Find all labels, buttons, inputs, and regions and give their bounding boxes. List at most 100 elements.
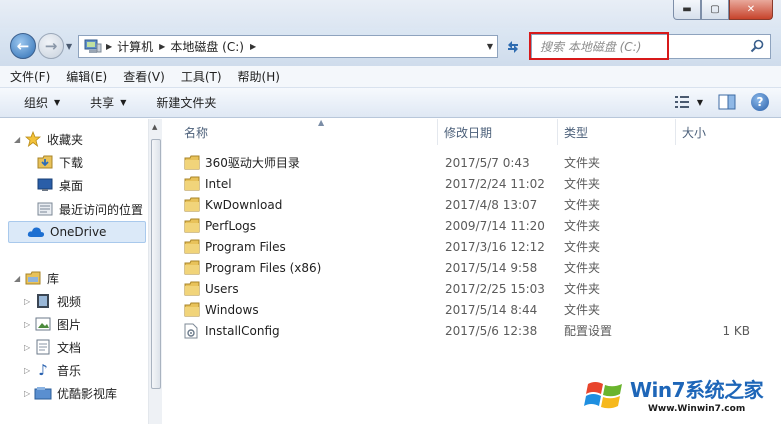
nav-libraries[interactable]: ◢ 库: [14, 268, 59, 288]
menu-tools[interactable]: 工具(T): [181, 68, 222, 85]
file-name: Windows: [205, 302, 259, 317]
table-row[interactable]: Windows 2017/5/14 8:44 文件夹: [162, 299, 781, 320]
file-date: 2017/5/7 0:43: [445, 155, 530, 170]
nav-item-recent-places[interactable]: 最近访问的位置: [36, 199, 143, 219]
table-row[interactable]: Intel 2017/2/24 11:02 文件夹: [162, 173, 781, 194]
table-row[interactable]: PerfLogs 2009/7/14 11:20 文件夹: [162, 215, 781, 236]
folder-icon: [184, 176, 200, 191]
preview-pane-button[interactable]: [717, 93, 737, 111]
forward-button[interactable]: →: [38, 33, 64, 59]
file-date: 2017/2/24 11:02: [445, 176, 545, 191]
folder-icon: [184, 302, 200, 317]
new-folder-button[interactable]: 新建文件夹: [156, 94, 216, 111]
expand-triangle-icon[interactable]: ▷: [24, 320, 34, 329]
file-name: InstallConfig: [205, 323, 280, 338]
menu-help[interactable]: 帮助(H): [238, 68, 280, 85]
folder-icon: [184, 155, 200, 170]
file-size: [662, 215, 750, 236]
minimize-button[interactable]: ▬: [673, 0, 701, 20]
breadcrumb-end[interactable]: ▶: [247, 42, 264, 51]
column-header-name[interactable]: 名称 ▲: [178, 118, 438, 145]
nav-item-onedrive[interactable]: OneDrive: [8, 221, 146, 243]
share-button[interactable]: 共享 ▼: [90, 94, 126, 111]
file-size: [662, 194, 750, 215]
file-size: [662, 152, 750, 173]
table-row[interactable]: Program Files 2017/3/16 12:12 文件夹: [162, 236, 781, 257]
address-dropdown-icon[interactable]: ▼: [487, 42, 493, 51]
expand-triangle-icon[interactable]: ▷: [24, 343, 34, 352]
column-header-date[interactable]: 修改日期: [438, 119, 558, 145]
breadcrumb-separator-icon[interactable]: ▶: [106, 42, 112, 51]
table-row[interactable]: 360驱动大师目录 2017/5/7 0:43 文件夹: [162, 152, 781, 173]
breadcrumb-local-disk[interactable]: ▶ 本地磁盘 (C:): [156, 38, 247, 55]
view-dropdown-icon[interactable]: ▼: [697, 98, 703, 107]
nav-item-music[interactable]: ▷ ♪ 音乐: [24, 360, 81, 380]
back-button[interactable]: ←: [10, 33, 36, 59]
nav-item-documents[interactable]: ▷ 文档: [24, 337, 81, 357]
file-type: 文件夹: [564, 177, 601, 191]
star-icon: [24, 131, 42, 147]
nav-item-videos[interactable]: ▷ 视频: [24, 291, 81, 311]
navigation-scrollbar[interactable]: ▲: [148, 119, 162, 424]
expand-triangle-icon[interactable]: ▷: [24, 366, 34, 375]
file-size: [662, 236, 750, 257]
nav-item-downloads[interactable]: 下载: [36, 152, 83, 172]
expand-triangle-icon[interactable]: ▷: [24, 389, 34, 398]
collapse-triangle-icon[interactable]: ◢: [14, 135, 24, 144]
file-name: Users: [205, 281, 239, 296]
table-row[interactable]: InstallConfig 2017/5/6 12:38 配置设置 1 KB: [162, 320, 781, 341]
file-type: 文件夹: [564, 156, 601, 170]
history-dropdown-icon[interactable]: ▼: [66, 42, 72, 51]
nav-item-pictures[interactable]: ▷ 图片: [24, 314, 81, 334]
table-row[interactable]: Users 2017/2/25 15:03 文件夹: [162, 278, 781, 299]
nav-item-youku-library[interactable]: ▷ 优酷影视库: [24, 383, 117, 403]
downloads-folder-icon: [36, 154, 54, 170]
scroll-up-icon[interactable]: ▲: [152, 123, 157, 131]
column-header-size[interactable]: 大小: [676, 119, 776, 145]
menu-file[interactable]: 文件(F): [10, 68, 50, 85]
file-name: Intel: [205, 176, 232, 191]
column-header-type[interactable]: 类型: [558, 119, 676, 145]
search-icon[interactable]: [750, 39, 764, 53]
file-type: 文件夹: [564, 219, 601, 233]
desktop-icon: [36, 177, 54, 193]
table-row[interactable]: KwDownload 2017/4/8 13:07 文件夹: [162, 194, 781, 215]
watermark-url: Www.Winwin7.com: [648, 404, 746, 414]
file-name: Program Files: [205, 239, 286, 254]
file-type: 文件夹: [564, 198, 601, 212]
table-row[interactable]: Program Files (x86) 2017/5/14 9:58 文件夹: [162, 257, 781, 278]
scrollbar-thumb[interactable]: [151, 139, 161, 389]
expand-triangle-icon[interactable]: ▷: [24, 297, 34, 306]
view-list-icon: [674, 96, 689, 108]
refresh-button[interactable]: [502, 37, 524, 57]
cloud-icon: [27, 224, 45, 240]
organize-button[interactable]: 组织 ▼: [24, 94, 60, 111]
watermark: Win7系统之家 Www.Winwin7.com: [582, 372, 778, 422]
view-options-button[interactable]: [673, 93, 693, 111]
preview-pane-icon: [718, 94, 736, 110]
collapse-triangle-icon[interactable]: ◢: [14, 274, 24, 283]
close-button[interactable]: ✕: [729, 0, 773, 20]
menu-view[interactable]: 查看(V): [123, 68, 165, 85]
file-name: KwDownload: [205, 197, 283, 212]
breadcrumb-separator-icon[interactable]: ▶: [250, 42, 256, 51]
file-type: 文件夹: [564, 261, 601, 275]
nav-item-desktop[interactable]: 桌面: [36, 175, 83, 195]
help-icon[interactable]: ?: [751, 93, 769, 111]
breadcrumb-separator-icon[interactable]: ▶: [159, 42, 165, 51]
column-headers: 名称 ▲ 修改日期 类型 大小: [162, 118, 781, 145]
navigation-pane: ◢ 收藏夹 下载 桌面 最近访问的位置 OneDrive ◢ 库 ▷ 视频 ▷ …: [0, 119, 148, 424]
config-file-icon: [184, 323, 200, 339]
search-box[interactable]: [531, 34, 771, 59]
search-input[interactable]: [540, 38, 740, 55]
menu-edit[interactable]: 编辑(E): [66, 68, 107, 85]
address-bar[interactable]: ▶ 计算机 ▶ 本地磁盘 (C:) ▶ ▼: [78, 35, 498, 58]
breadcrumb-computer[interactable]: ▶ 计算机: [103, 38, 156, 55]
watermark-brand: Win7系统之家: [630, 378, 764, 402]
nav-favorites[interactable]: ◢ 收藏夹: [14, 129, 83, 149]
refresh-icon: [508, 41, 518, 53]
windows-logo-icon: [584, 382, 622, 409]
maximize-button[interactable]: ▢: [701, 0, 729, 20]
file-type: 文件夹: [564, 240, 601, 254]
documents-icon: [34, 339, 52, 355]
